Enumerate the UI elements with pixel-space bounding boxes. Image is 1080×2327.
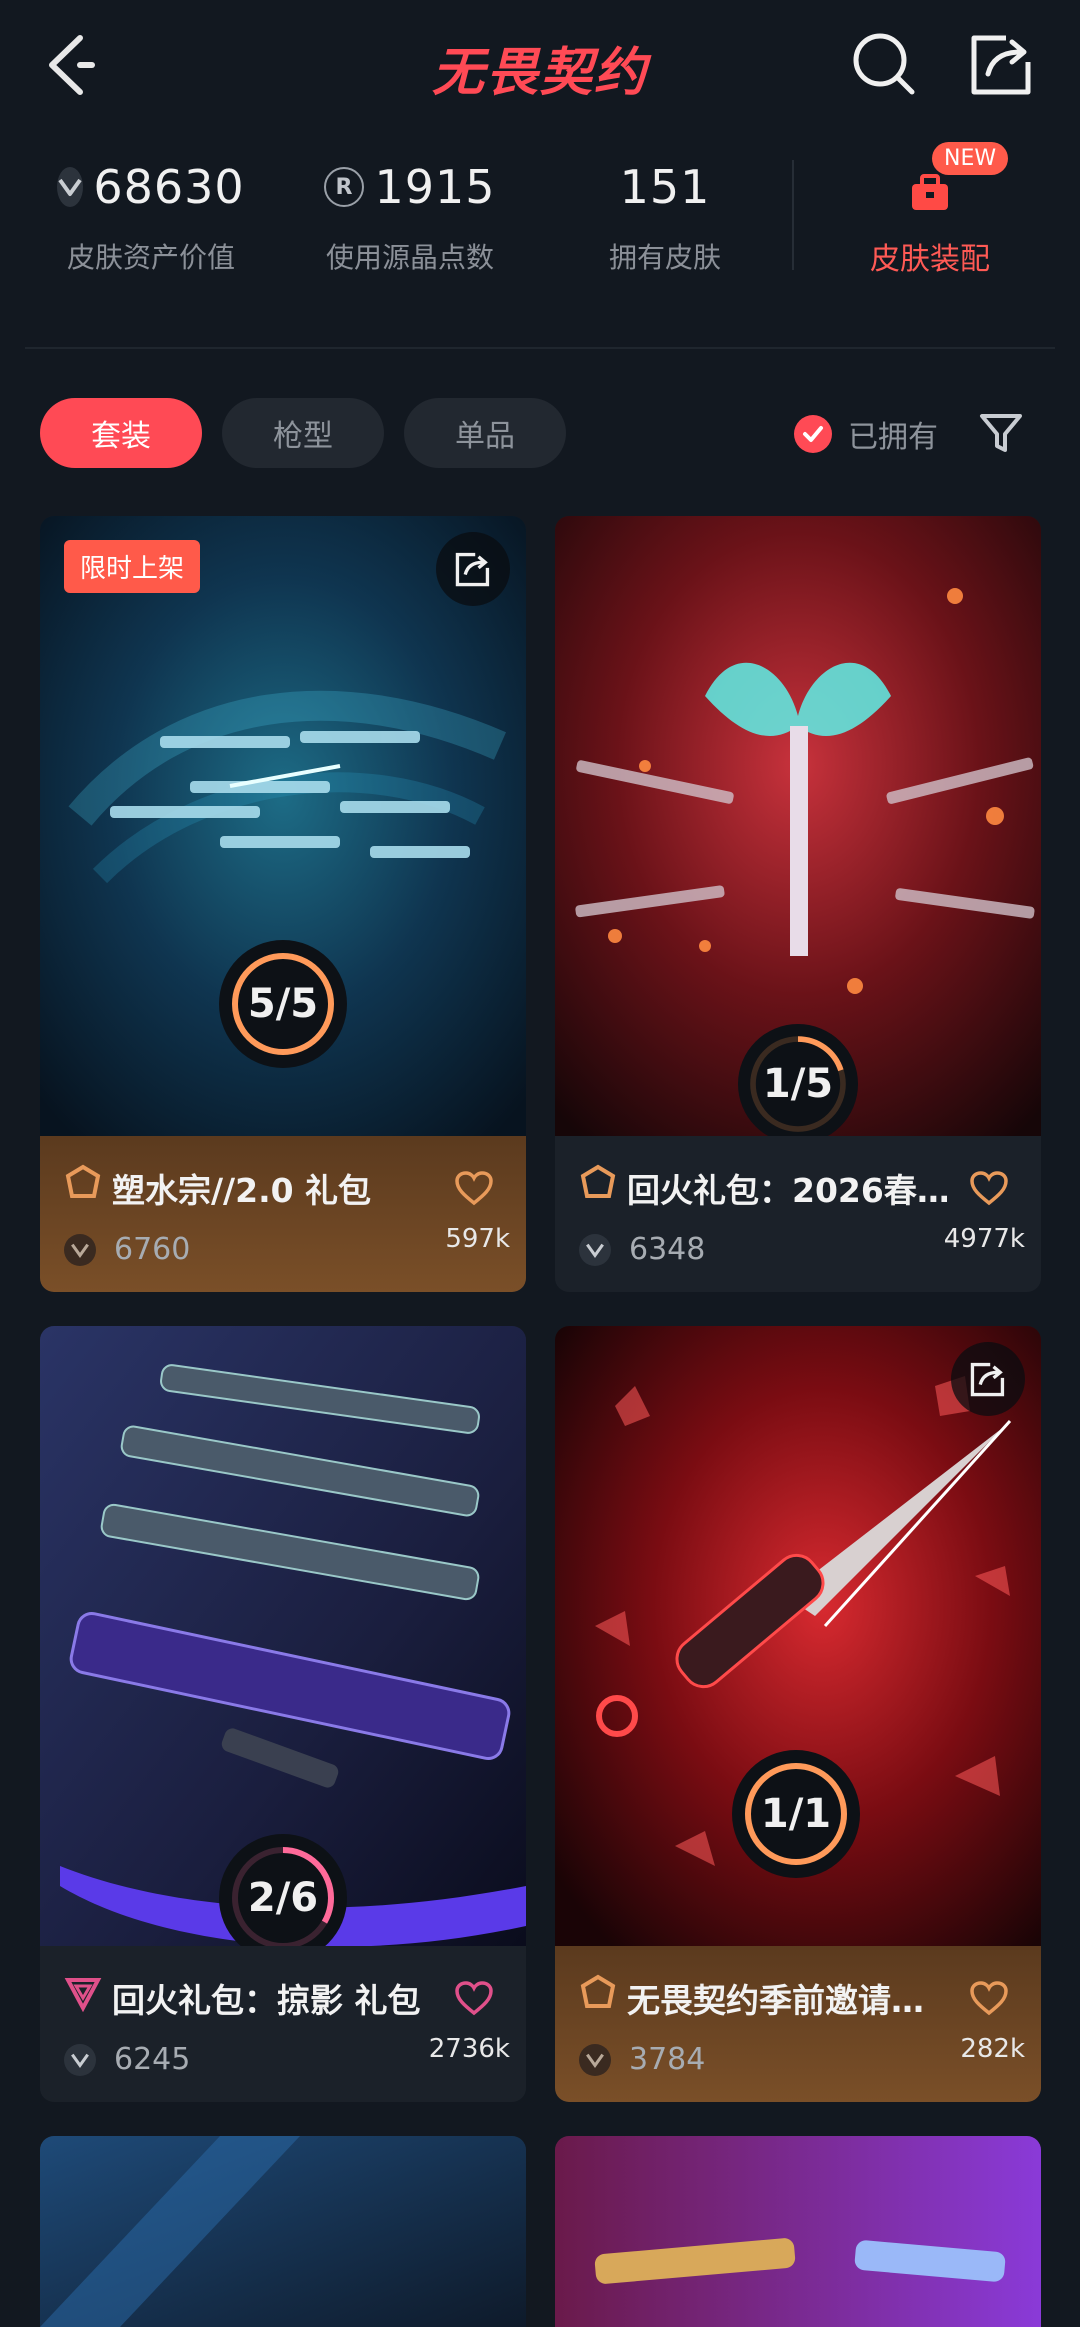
search-icon[interactable] [848,28,920,100]
tier-icon [64,1978,102,2012]
filter-bar: 套装 枪型 单品 已拥有 [0,398,1080,470]
card-footer: 回火礼包：掠影 礼包 6245 2736k [40,1946,526,2102]
like-count: 597k [445,1224,510,1254]
progress-ring: 5/5 [219,940,347,1068]
briefcase-icon [912,174,948,210]
tab-single-items[interactable]: 单品 [404,398,566,468]
bundle-card[interactable] [40,2136,526,2327]
heart-icon[interactable] [969,1170,1009,1206]
progress-text: 1/5 [762,1061,834,1107]
progress-ring: 1/5 [738,1024,858,1144]
bundle-card[interactable] [555,2136,1041,2327]
tab-weapon-type[interactable]: 枪型 [222,398,384,468]
bundle-card[interactable]: 限时上架 5/5 塑水宗//2.0 礼包 6760 597k [40,516,526,1292]
progress-ring: 1/1 [732,1750,860,1878]
valorant-points-icon [64,2043,96,2076]
bundle-artwork [40,2136,526,2327]
limited-time-badge: 限时上架 [64,540,201,593]
share-icon[interactable] [966,28,1038,100]
price: 6245 [64,2042,190,2077]
heart-icon[interactable] [969,1980,1009,2016]
radianite-icon: R [324,167,365,207]
heart-icon[interactable] [454,1980,494,2016]
price: 6760 [64,1232,190,1267]
new-badge: NEW [932,142,1009,175]
top-bar: 无畏契约 [0,0,1080,130]
card-footer: 无畏契约季前邀请… 3784 282k [555,1946,1041,2102]
card-footer: 回火礼包：2026春… 6348 4977k [555,1136,1041,1292]
bundle-card[interactable]: 1/1 无畏契约季前邀请… 3784 282k [555,1326,1041,2102]
owned-toggle[interactable]: 已拥有 [794,412,938,456]
skin-equip-button[interactable]: NEW 皮肤装配 [840,142,1020,278]
like-count: 4977k [943,1224,1025,1254]
bundle-card[interactable]: 2/6 回火礼包：掠影 礼包 6245 2736k [40,1326,526,2102]
share-icon[interactable] [436,532,510,606]
price: 6348 [579,1232,705,1267]
progress-text: 2/6 [247,1875,319,1921]
divider [792,160,794,270]
bundle-name: 回火礼包：掠影 礼包 [112,1981,421,2020]
progress-text: 5/5 [247,981,319,1027]
tier-icon [580,1974,616,2008]
checkmark-icon [794,415,832,453]
tier-icon [65,1164,101,1198]
valorant-points-icon [57,167,84,207]
progress-text: 1/1 [760,1791,832,1837]
divider [25,347,1055,349]
like-count: 2736k [428,2034,510,2064]
share-icon[interactable] [951,1342,1025,1416]
tab-bundles[interactable]: 套装 [40,398,202,468]
bundle-name: 回火礼包：2026春… [627,1171,947,1210]
bundle-card[interactable]: 1/5 回火礼包：2026春… 6348 4977k [555,516,1041,1292]
stat-asset-value: 68630 皮肤资产价值 [57,160,244,276]
bundle-artwork [555,2136,1041,2327]
bundle-name: 无畏契约季前邀请… [627,1981,924,2020]
valorant-points-icon [579,1233,611,1266]
price: 3784 [579,2042,705,2077]
tier-icon [580,1164,616,1198]
bundle-name: 塑水宗//2.0 礼包 [112,1171,372,1210]
valorant-points-icon [579,2043,611,2076]
heart-icon[interactable] [454,1170,494,1206]
filter-icon[interactable] [978,412,1024,456]
like-count: 282k [960,2034,1025,2064]
card-footer: 塑水宗//2.0 礼包 6760 597k [40,1136,526,1292]
progress-ring: 2/6 [219,1834,347,1962]
valorant-points-icon [64,1233,96,1266]
stat-owned-skins: 151 拥有皮肤 [608,160,721,274]
stat-radianite: R 1915 使用源晶点数 [324,160,496,274]
